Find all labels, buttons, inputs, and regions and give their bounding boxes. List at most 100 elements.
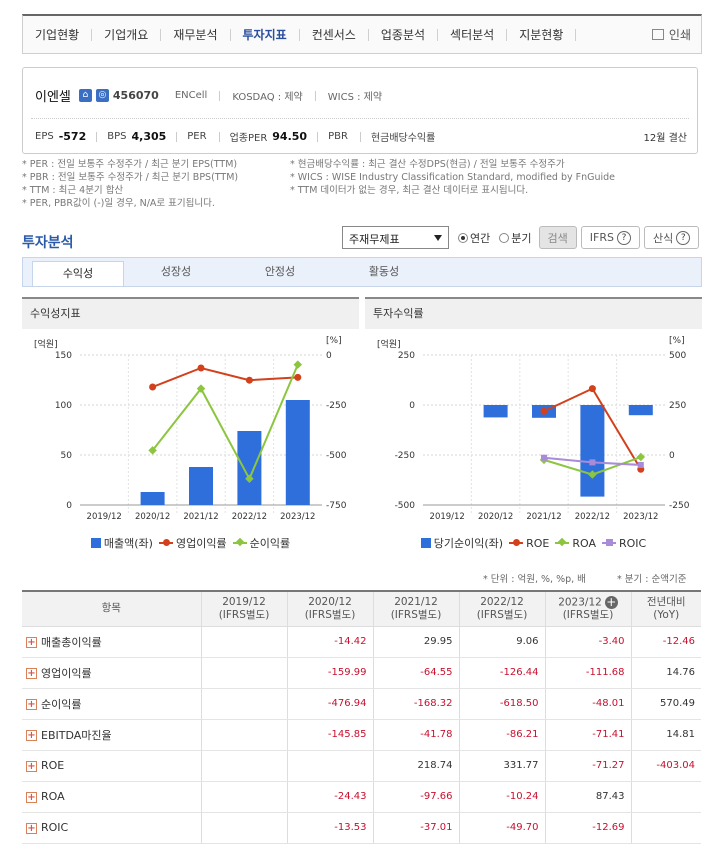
help-icon: ? — [616, 230, 631, 245]
legend-swatch — [420, 538, 431, 548]
table-cell: -403.04 — [630, 750, 701, 782]
left-tick-label: -250 — [395, 451, 416, 461]
chart-legend: 당기순이익(좌) ROE ROA ROIC — [365, 535, 702, 551]
print-button[interactable]: 인쇄 — [651, 26, 691, 43]
note-line: * 현금배당수익률 : 최근 결산 수정DPS(현금) / 전일 보통주 수정주… — [290, 159, 565, 170]
left-tick-label: 0 — [66, 501, 72, 511]
ifrs-label: IFRS — [589, 231, 614, 244]
separator — [314, 90, 316, 101]
subtab-stability[interactable]: 안정성 — [228, 258, 332, 286]
tab-investment-indicators[interactable]: 투자지표 — [231, 28, 300, 41]
subtab-profitability[interactable]: 수익성 — [32, 261, 124, 286]
row-label[interactable]: + EBITDA마진율 — [22, 719, 201, 751]
legend-item-operating-margin[interactable]: 영업이익률 — [158, 535, 227, 551]
divider — [31, 118, 689, 119]
expand-row-icon[interactable]: + — [26, 730, 37, 741]
table-cell — [630, 812, 701, 844]
x-tick-label: 2023/12 — [280, 512, 315, 522]
table-header-row: 항목 2019/12 (IFRS별도) 2020/12 (IFRS별도) 2021/… — [22, 590, 701, 627]
pbr-label: PBR — [328, 131, 348, 142]
row-label-text: 순이익률 — [41, 697, 82, 711]
right-tick-label: -750 — [326, 501, 347, 511]
row-label[interactable]: + 매출총이익률 — [22, 626, 201, 658]
bps-label: BPS — [107, 131, 127, 142]
top-navigation: 기업현황 기업개요 재무분석 투자지표 컨센서스 업종분석 섹터분석 지분현황 … — [22, 14, 702, 54]
chart-title: 수익성지표 — [22, 297, 359, 329]
row-label[interactable]: + 순이익률 — [22, 688, 201, 720]
expand-row-icon[interactable]: + — [26, 791, 37, 803]
table-row: + 순이익률 -476.94 -168.32 -618.50 -48.01 570.49 — [22, 688, 701, 720]
row-label[interactable]: + ROE — [22, 750, 201, 782]
dividend-yield-label: 현금배당수익률 — [370, 133, 436, 144]
note-line: * PER, PBR값이 (-)일 경우, N/A로 표기됩니다. — [22, 198, 215, 209]
printer-icon — [651, 29, 664, 40]
radio-annual[interactable]: 연간 — [458, 230, 490, 246]
tab-company-overview[interactable]: 기업개요 — [92, 28, 162, 41]
profitability-chart-panel: 수익성지표 [억원] [%] 150 0 100 -250 50 -500 0 -750 2019/… — [22, 297, 359, 559]
x-tick-label: 2021/12 — [183, 512, 218, 522]
note-line: * TTM : 최근 4분기 합산 — [22, 185, 124, 196]
tab-shareholding[interactable]: 지분현황 — [507, 28, 577, 41]
legend-item-net-income[interactable]: 당기순이익(좌) — [420, 535, 503, 551]
row-label-text: EBITDA마진율 — [41, 728, 112, 742]
expand-row-icon[interactable]: + — [26, 699, 37, 710]
right-tick-label: 500 — [669, 351, 686, 361]
home-icon[interactable]: ⌂ — [78, 89, 92, 102]
right-tick-label: -500 — [326, 451, 347, 461]
table-cell — [200, 781, 287, 813]
table-cell: -71.27 — [544, 750, 631, 782]
col-header-year: 2023/12 + (IFRS별도) — [544, 590, 632, 627]
radio-quarter-label: 분기 — [511, 231, 532, 245]
expand-row-icon[interactable]: + — [26, 760, 37, 772]
tab-industry-analysis[interactable]: 업종분석 — [369, 28, 439, 41]
series-line — [151, 364, 299, 482]
subtab-activity[interactable]: 활동성 — [332, 258, 436, 286]
legend-label: 순이익률 — [249, 537, 291, 550]
legend-item-revenue[interactable]: 매출액(좌) — [90, 535, 153, 551]
expand-row-icon[interactable]: + — [26, 668, 37, 679]
sector-per-value: 94.50 — [272, 130, 308, 143]
col-header-year: 2021/12 (IFRS별도) — [372, 590, 460, 627]
tab-consensus[interactable]: 컨센서스 — [300, 28, 369, 41]
formula-button[interactable]: 산식 ? — [643, 226, 700, 249]
legend-item-roa[interactable]: ROA — [555, 537, 596, 550]
table-row: + 영업이익률 -159.99 -64.55 -126.44 -111.68 14.76 — [22, 657, 701, 689]
ir-icon[interactable]: ◎ — [95, 89, 109, 102]
radio-quarter[interactable]: 분기 — [499, 230, 532, 246]
expand-row-icon[interactable]: + — [26, 822, 37, 834]
legend-item-roe[interactable]: ROE — [509, 537, 549, 550]
table-cell: 29.95 — [372, 626, 459, 658]
tab-sector-analysis[interactable]: 섹터분석 — [438, 28, 508, 41]
print-label: 인쇄 — [668, 28, 691, 42]
tab-financial-analysis[interactable]: 재무분석 — [161, 28, 231, 41]
left-tick-label: 250 — [398, 351, 415, 361]
x-tick-label: 2019/12 — [430, 512, 465, 522]
left-tick-label: 150 — [55, 351, 72, 361]
statement-select[interactable]: 주재무제표 — [342, 226, 449, 249]
expand-columns-icon[interactable]: + — [604, 595, 618, 609]
chart-legend: 매출액(좌) 영업이익률 순이익률 — [22, 535, 359, 551]
search-button[interactable]: 검색 — [538, 226, 577, 249]
row-label-text: 매출총이익률 — [41, 635, 102, 649]
table-row: + ROA -24.43 -97.66 -10.24 87.43 — [22, 781, 701, 813]
col-header-year: 2020/12 (IFRS별도) — [286, 590, 374, 627]
table-cell — [286, 750, 373, 782]
legend-item-roic[interactable]: ROIC — [601, 537, 646, 550]
company-name: 이엔셀 — [35, 90, 71, 105]
row-label[interactable]: + ROA — [22, 781, 201, 813]
right-tick-label: -250 — [669, 501, 690, 511]
subtab-growth[interactable]: 성장성 — [124, 258, 228, 286]
bar — [140, 492, 165, 505]
expand-row-icon[interactable]: + — [26, 637, 37, 648]
return-chart-panel: 투자수익률 [억원] [%] 250 500 0 250 -250 0 -500 -250 2019… — [365, 297, 702, 559]
row-label[interactable]: + 영업이익률 — [22, 657, 201, 689]
table-cell: 87.43 — [544, 781, 631, 813]
bar — [237, 431, 262, 505]
footnotes-right: * 현금배당수익률 : 최근 결산 수정DPS(현금) / 전일 보통주 수정주… — [290, 158, 615, 197]
row-label[interactable]: + ROIC — [22, 812, 201, 844]
tab-company-status[interactable]: 기업현황 — [23, 28, 93, 41]
data-point — [197, 364, 205, 372]
x-tick-label: 2019/12 — [87, 512, 122, 522]
legend-item-net-margin[interactable]: 순이익률 — [232, 535, 291, 551]
ifrs-button[interactable]: IFRS ? — [580, 226, 640, 249]
